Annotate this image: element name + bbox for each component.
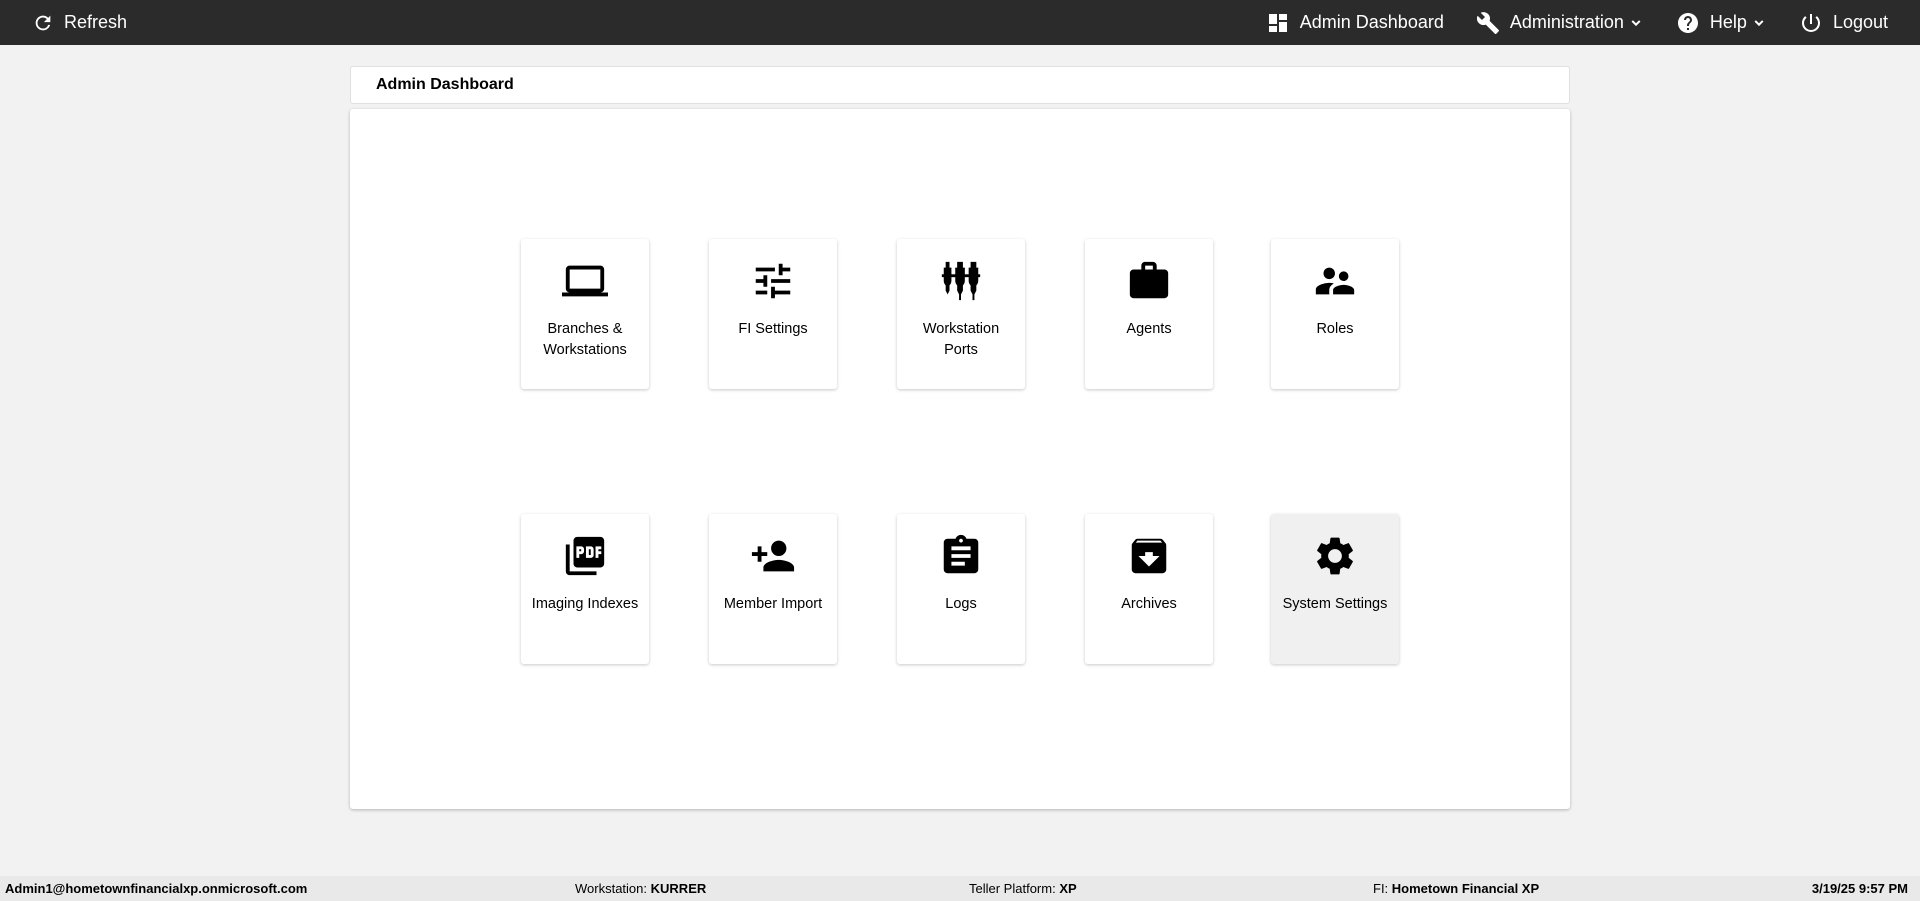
admin-dashboard-link[interactable]: Admin Dashboard — [1266, 0, 1444, 45]
tile-label: Branches & Workstations — [543, 321, 627, 358]
top-nav-bar: Refresh Admin Dashboard Administration H… — [0, 0, 1920, 45]
chevron-down-icon — [1754, 19, 1764, 26]
help-label: Help — [1709, 12, 1747, 32]
tile-label: Member Import — [723, 596, 823, 612]
tile-label: Roles — [1316, 321, 1354, 337]
gear-icon — [1317, 537, 1353, 575]
tile-roles[interactable]: Roles — [1271, 239, 1399, 389]
help-icon — [1677, 12, 1698, 33]
laptop-icon — [562, 265, 608, 297]
dashboard-panel: Branches & Workstations FI Settings Work… — [350, 109, 1570, 809]
tile-label: Agents — [1126, 321, 1172, 337]
refresh-label: Refresh — [64, 12, 128, 32]
tile-imaging-indexes[interactable]: Imaging Indexes — [521, 514, 649, 664]
tile-member-import[interactable]: Member Import — [709, 514, 837, 664]
tile-branches-workstations[interactable]: Branches & Workstations — [521, 239, 649, 389]
tile-label: Logs — [945, 596, 977, 612]
administration-menu[interactable]: Administration — [1476, 0, 1644, 45]
footer-fi: FI: Hometown Financial XP — [1373, 881, 1540, 896]
person-add-icon — [751, 540, 795, 572]
tile-archives[interactable]: Archives — [1085, 514, 1213, 664]
chevron-down-icon — [1631, 19, 1641, 26]
tile-label: System Settings — [1282, 596, 1388, 612]
help-menu[interactable]: Help — [1676, 0, 1767, 45]
footer-workstation: Workstation: KURRER — [575, 881, 707, 896]
footer-platform: Teller Platform: XP — [969, 881, 1077, 896]
tile-workstation-ports[interactable]: Workstation Ports — [897, 239, 1025, 389]
people-icon — [1315, 267, 1355, 295]
ports-icon — [941, 261, 981, 301]
power-icon — [1801, 13, 1820, 32]
tile-agents[interactable]: Agents — [1085, 239, 1213, 389]
clipboard-icon — [943, 534, 979, 574]
admin-dashboard-label: Admin Dashboard — [1299, 12, 1444, 32]
pdf-icon — [565, 536, 605, 576]
archive-icon — [1131, 538, 1167, 574]
wrench-icon — [1476, 11, 1499, 34]
status-bar: Admin1@hometownfinancialxp.onmicrosoft.c… — [0, 876, 1920, 901]
refresh-button[interactable]: Refresh — [32, 0, 127, 45]
tile-label: Archives — [1121, 596, 1177, 612]
tile-label: FI Settings — [738, 321, 808, 337]
tile-label: Workstation Ports — [922, 321, 1000, 358]
tile-logs[interactable]: Logs — [897, 514, 1025, 664]
dashboard-icon — [1268, 13, 1287, 32]
tune-icon — [755, 263, 791, 299]
refresh-icon — [35, 15, 51, 30]
page-title: Admin Dashboard — [376, 76, 514, 93]
tile-label: Imaging Indexes — [531, 596, 639, 612]
footer-user: Admin1@hometownfinancialxp.onmicrosoft.c… — [5, 881, 308, 896]
page-header: Admin Dashboard — [350, 66, 1570, 104]
briefcase-icon — [1129, 261, 1169, 299]
logout-label: Logout — [1832, 12, 1888, 32]
tile-system-settings[interactable]: System Settings — [1271, 514, 1399, 664]
tile-fi-settings[interactable]: FI Settings — [709, 239, 837, 389]
footer-datetime: 3/19/25 9:57 PM — [1811, 881, 1908, 896]
administration-label: Administration — [1509, 12, 1624, 32]
logout-button[interactable]: Logout — [1799, 0, 1888, 45]
